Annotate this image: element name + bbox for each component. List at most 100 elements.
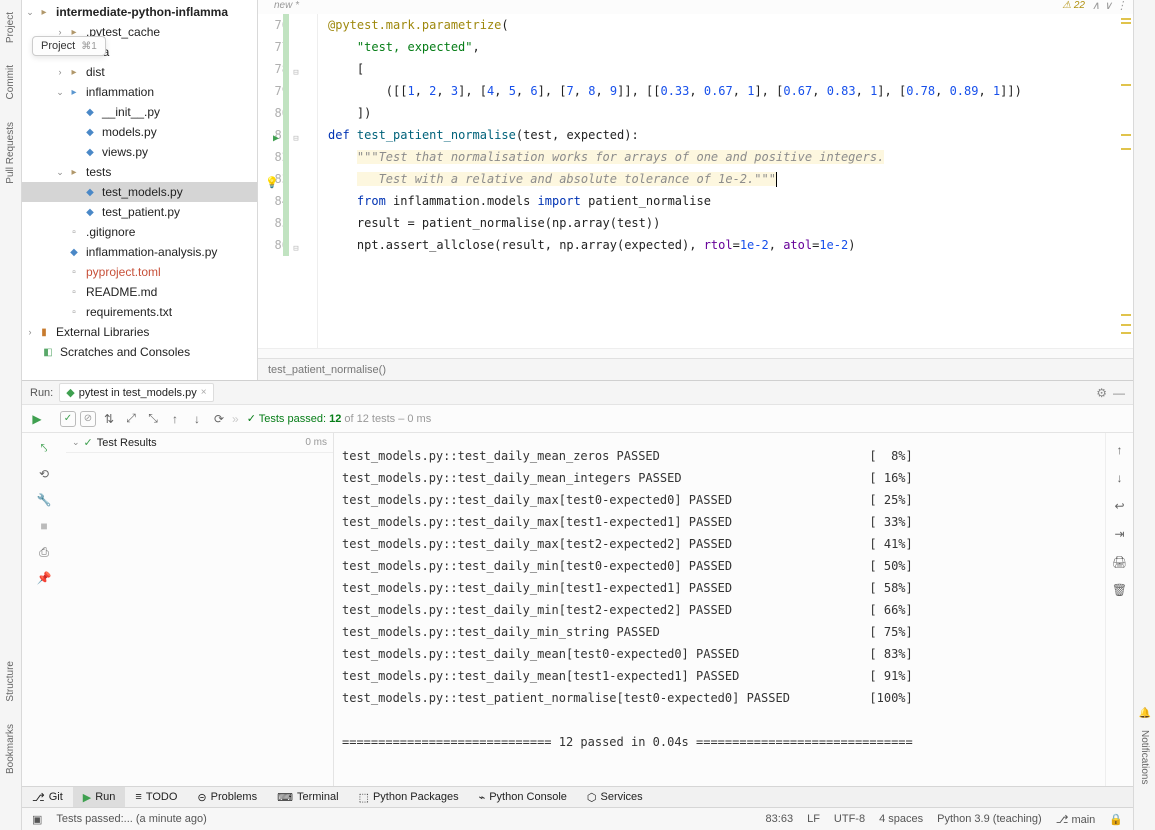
sidebar-tab-commit[interactable]: Commit xyxy=(5,59,16,105)
python-interpreter[interactable]: Python 3.9 (teaching) xyxy=(937,813,1042,825)
gutter-line[interactable]: 80 xyxy=(258,102,289,124)
dump-threads-button[interactable]: ⎙ xyxy=(35,543,53,561)
fold-icon[interactable]: ⊟ xyxy=(291,128,301,150)
code-line[interactable]: [ xyxy=(328,58,1133,80)
tw-todo[interactable]: ≡TODO xyxy=(125,787,187,807)
editor-breadcrumb[interactable]: test_patient_normalise() xyxy=(258,358,1133,380)
tw-git[interactable]: ⎇Git xyxy=(22,787,73,807)
tree-item-pyproject-toml[interactable]: ▫pyproject.toml xyxy=(22,262,257,282)
pin-tab-button[interactable]: 📌 xyxy=(35,569,53,587)
project-root[interactable]: intermediate-python-inflamma xyxy=(56,5,228,19)
tree-item-test-models-py[interactable]: ◆test_models.py xyxy=(22,182,257,202)
scratches-consoles[interactable]: Scratches and Consoles xyxy=(60,345,190,359)
gutter-line[interactable]: 76 xyxy=(258,14,289,36)
code-line[interactable]: def test_patient_normalise(test, expecte… xyxy=(328,124,1133,146)
editor-error-stripe[interactable] xyxy=(1119,14,1133,348)
stop-button[interactable]: ■ xyxy=(35,517,53,535)
code-line[interactable]: Test with a relative and absolute tolera… xyxy=(328,168,1133,190)
gutter-line[interactable]: 85 xyxy=(258,212,289,234)
close-icon[interactable]: × xyxy=(201,387,207,398)
tree-item--gitignore[interactable]: ▫.gitignore xyxy=(22,222,257,242)
tree-item-models-py[interactable]: ◆models.py xyxy=(22,122,257,142)
sidebar-tab-project[interactable]: Project xyxy=(5,6,16,49)
clear-all-button[interactable]: 🗑 xyxy=(1111,581,1129,599)
code-line[interactable]: """Test that normalisation works for arr… xyxy=(328,146,1133,168)
gutter-line[interactable]: 81▶⊟ xyxy=(258,124,289,146)
next-highlight-icon[interactable]: ∨ xyxy=(1104,0,1112,12)
inspection-menu-icon[interactable]: ⋮ xyxy=(1116,0,1127,12)
show-ignored-toggle[interactable]: ⊘ xyxy=(80,411,96,427)
tw-python-console[interactable]: ⌁Python Console xyxy=(469,787,577,807)
code-line[interactable]: @pytest.mark.parametrize( xyxy=(328,14,1133,36)
gutter-line[interactable]: 84 xyxy=(258,190,289,212)
sidebar-tab-structure[interactable]: Structure xyxy=(5,655,16,708)
external-libraries[interactable]: External Libraries xyxy=(56,325,149,339)
run-config-tab[interactable]: ◆ pytest in test_models.py × xyxy=(59,383,213,402)
tool-windows-quick-access-icon[interactable]: ▣ xyxy=(32,813,42,826)
fold-icon[interactable]: ⊟ xyxy=(291,62,301,84)
scroll-to-end-button[interactable]: ⇥ xyxy=(1111,525,1129,543)
code-line[interactable]: ]) xyxy=(328,102,1133,124)
wrench-icon[interactable]: 🔧 xyxy=(35,491,53,509)
tree-item-inflammation[interactable]: ⌄▸inflammation xyxy=(22,82,257,102)
rerun-button[interactable]: ▶ xyxy=(28,410,46,428)
code-line[interactable]: npt.assert_allclose(result, np.array(exp… xyxy=(328,234,1133,256)
indent-settings[interactable]: 4 spaces xyxy=(879,813,923,825)
gutter-line[interactable]: 77 xyxy=(258,36,289,58)
inspection-warning-badge[interactable]: ⚠ 22 xyxy=(1062,0,1085,11)
tw-terminal[interactable]: ⌨Terminal xyxy=(267,787,348,807)
test-history-button[interactable]: ⟳ xyxy=(210,410,228,428)
next-test-button[interactable]: ↓ xyxy=(188,410,206,428)
code-line[interactable]: from inflammation.models import patient_… xyxy=(328,190,1133,212)
sort-button[interactable]: ⇅ xyxy=(100,410,118,428)
collapse-all-button[interactable]: ⤡ xyxy=(144,410,162,428)
sidebar-tab-pull-requests[interactable]: Pull Requests xyxy=(5,116,16,190)
code-line[interactable]: ([[1, 2, 3], [4, 5, 6], [7, 8, 9]], [[0.… xyxy=(328,80,1133,102)
gutter-line[interactable]: 86⊟ xyxy=(258,234,289,256)
tw-services[interactable]: ⬡Services xyxy=(577,787,653,807)
editor[interactable]: new * ⚠ 22 ∧ ∨ ⋮ 767778⊟798081▶⊟8283💡848… xyxy=(258,0,1133,380)
git-branch-widget[interactable]: ⎇ main xyxy=(1056,813,1096,826)
code-line[interactable]: result = patient_normalise(np.array(test… xyxy=(328,212,1133,234)
editor-code-area[interactable]: @pytest.mark.parametrize( "test, expecte… xyxy=(318,14,1133,348)
test-console-output[interactable]: test_models.py::test_daily_mean_zeros PA… xyxy=(334,433,1105,786)
scroll-to-top-button[interactable]: ↑ xyxy=(1111,441,1129,459)
tree-item-readme-md[interactable]: ▫README.md xyxy=(22,282,257,302)
hide-panel-icon[interactable]: — xyxy=(1113,386,1125,400)
show-passed-toggle[interactable]: ✓ xyxy=(60,411,76,427)
sidebar-tab-bookmarks[interactable]: Bookmarks xyxy=(5,718,16,780)
tree-item--init-py[interactable]: ◆__init__.py xyxy=(22,102,257,122)
gutter-line[interactable]: 79 xyxy=(258,80,289,102)
encoding[interactable]: UTF-8 xyxy=(834,813,865,825)
tree-item-tests[interactable]: ⌄▸tests xyxy=(22,162,257,182)
tree-item-inflammation-analysis-py[interactable]: ◆inflammation-analysis.py xyxy=(22,242,257,262)
prev-highlight-icon[interactable]: ∧ xyxy=(1092,0,1100,12)
sidebar-tab-notifications[interactable]: Notifications xyxy=(1139,724,1150,790)
print-button[interactable]: 🖨 xyxy=(1111,553,1129,571)
chevron-down-icon[interactable]: ⌄ xyxy=(72,437,80,448)
gutter-line[interactable]: 82 xyxy=(258,146,289,168)
tree-item-dist[interactable]: ›▸dist xyxy=(22,62,257,82)
lock-icon[interactable]: 🔒 xyxy=(1109,813,1123,826)
expand-all-button[interactable]: ⤢ xyxy=(122,410,140,428)
line-separator[interactable]: LF xyxy=(807,813,820,825)
code-line[interactable]: "test, expected", xyxy=(328,36,1133,58)
toggle-auto-test-button[interactable]: ⟲ xyxy=(35,465,53,483)
tree-item-requirements-txt[interactable]: ▫requirements.txt xyxy=(22,302,257,322)
run-settings-icon[interactable]: ⚙ xyxy=(1096,386,1107,400)
gutter-line[interactable]: 83💡 xyxy=(258,168,289,190)
tree-item-test-patient-py[interactable]: ◆test_patient.py xyxy=(22,202,257,222)
test-results-tree[interactable]: ⌄ ✓ Test Results 0 ms xyxy=(66,433,334,786)
editor-gutter[interactable]: 767778⊟798081▶⊟8283💡848586⊟ xyxy=(258,14,318,348)
soft-wrap-button[interactable]: ↩ xyxy=(1111,497,1129,515)
tw-python-packages[interactable]: ⬚Python Packages xyxy=(349,787,469,807)
editor-horizontal-scrollbar[interactable] xyxy=(258,348,1133,358)
fold-icon[interactable]: ⊟ xyxy=(291,238,301,260)
gutter-line[interactable]: 78⊟ xyxy=(258,58,289,80)
cursor-position[interactable]: 83:63 xyxy=(766,813,794,825)
project-tool-window[interactable]: ⌄ ▸ intermediate-python-inflamma ›▸.pyte… xyxy=(22,0,258,380)
bell-icon[interactable]: 🔔 xyxy=(1139,708,1151,720)
tw-run[interactable]: ▶Run xyxy=(73,787,126,807)
rerun-failed-button[interactable]: ⤣ xyxy=(35,439,53,457)
scroll-to-bottom-button[interactable]: ↓ xyxy=(1111,469,1129,487)
